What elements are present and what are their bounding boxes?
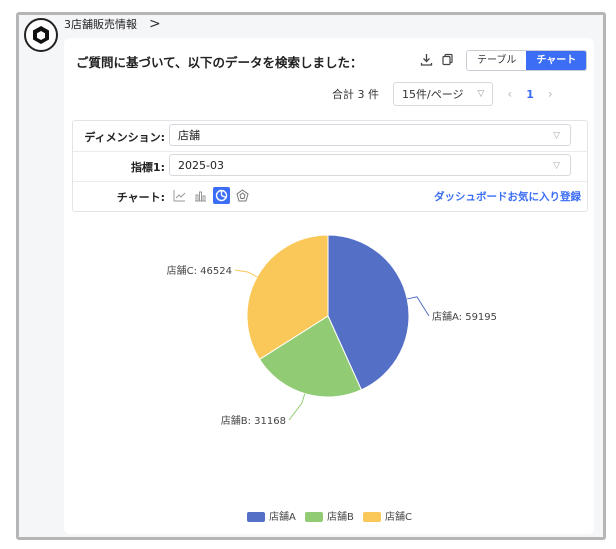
total-count: 合計 3 件 — [332, 88, 379, 101]
radar-chart-icon[interactable] — [234, 187, 251, 204]
next-page-icon[interactable]: › — [548, 87, 553, 101]
pie-data-label-1: 店舗B: 31168 — [221, 414, 286, 427]
legend-item-2[interactable]: 店舗C — [363, 510, 412, 523]
line-chart-icon[interactable] — [171, 187, 188, 204]
download-icon[interactable] — [420, 53, 433, 70]
pagination: 合計 3 件 15件/ページ ▽ ‹ 1 › — [332, 82, 553, 106]
legend-label-2: 店舗C — [385, 510, 412, 523]
current-page[interactable]: 1 — [526, 88, 534, 101]
legend-label-1: 店舗B — [327, 510, 354, 523]
metric-label: 指標1: — [130, 161, 165, 174]
chart-type-label: チャート: — [116, 191, 165, 204]
metric-value: 2025-03 — [178, 159, 224, 172]
pie-chart-icon[interactable] — [213, 187, 230, 204]
chevron-right-icon[interactable]: > — [149, 16, 161, 32]
legend-item-0[interactable]: 店舗A — [247, 510, 296, 523]
chevron-down-icon: ▽ — [553, 161, 560, 171]
view-toggle: テーブル チャート — [466, 50, 588, 71]
chart-settings-form: ディメンション: 店舗 ▽ 指標1: 2025-03 ▽ チャート: ダッシュボ… — [72, 120, 588, 212]
page-size-select[interactable]: 15件/ページ ▽ — [393, 82, 494, 106]
bar-chart-icon[interactable] — [192, 187, 209, 204]
chart-type-row: チャート: ダッシュボードお気に入り登録 — [73, 181, 587, 211]
metric-select[interactable]: 2025-03 ▽ — [169, 154, 571, 176]
pie-chart-area: 店舗A: 59195 店舗B: 31168 店舗C: 46524 店舗A 店舗B 店舗C — [64, 218, 594, 534]
chart-type-switcher — [171, 187, 251, 204]
legend-label-0: 店舗A — [269, 510, 296, 523]
breadcrumb-title[interactable]: 3店舗販売情報 — [64, 16, 137, 32]
legend-swatch-0 — [247, 512, 265, 522]
breadcrumb: 3店舗販売情報 > — [64, 16, 161, 32]
tab-chart[interactable]: チャート — [526, 51, 587, 70]
copy-icon[interactable] — [441, 53, 454, 70]
prev-page-icon[interactable]: ‹ — [507, 87, 512, 101]
legend-swatch-2 — [363, 512, 381, 522]
pie-leader-line-0 — [407, 296, 430, 317]
metric-row: 指標1: 2025-03 ▽ — [73, 151, 587, 182]
pie-data-label-2: 店舗C: 46524 — [167, 264, 232, 277]
pie-leader-line-2 — [234, 269, 258, 278]
chevron-down-icon: ▽ — [553, 131, 560, 141]
chevron-down-icon: ▽ — [477, 89, 485, 99]
app-logo-icon — [24, 18, 58, 52]
legend-swatch-1 — [305, 512, 323, 522]
dimension-select[interactable]: 店舗 ▽ — [169, 124, 571, 146]
result-headline: ご質問に基づいて、以下のデータを検索しました： — [76, 55, 363, 70]
result-card: ご質問に基づいて、以下のデータを検索しました： テーブル チャート 合計 3 件… — [64, 38, 594, 534]
dimension-label: ディメンション: — [84, 131, 165, 144]
dimension-row: ディメンション: 店舗 ▽ — [73, 121, 587, 152]
pie-leader-line-1 — [288, 393, 306, 421]
page-size-value: 15件/ページ — [402, 88, 464, 101]
tab-table[interactable]: テーブル — [467, 51, 527, 70]
dimension-value: 店舗 — [178, 129, 200, 142]
pie-data-label-0: 店舗A: 59195 — [432, 310, 497, 323]
pie-chart: 店舗A: 59195 店舗B: 31168 店舗C: 46524 店舗A 店舗B 店舗C — [167, 234, 497, 523]
legend-item-1[interactable]: 店舗B — [305, 510, 354, 523]
dashboard-favorite-link[interactable]: ダッシュボードお気に入り登録 — [434, 189, 581, 204]
